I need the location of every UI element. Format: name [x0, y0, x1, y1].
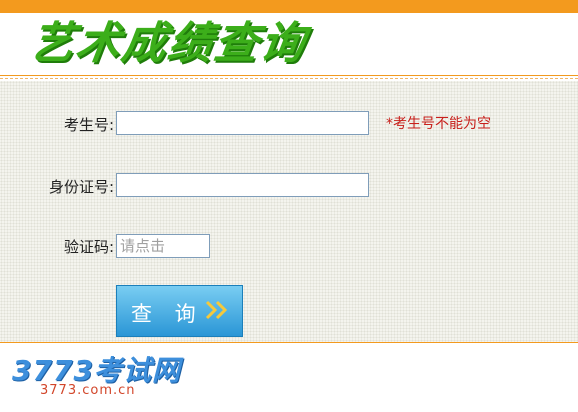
captcha-label: 验证码:	[63, 238, 114, 256]
top-bar	[0, 0, 578, 13]
id-number-label: 身份证号:	[48, 178, 114, 196]
divider	[0, 75, 578, 76]
site-url: 3773.com.cn	[40, 383, 136, 398]
page-header: 艺术成绩查询	[0, 13, 578, 75]
exam-number-label: 考生号:	[63, 116, 114, 134]
page-footer: 3773考试网 3773.com.cn	[0, 343, 578, 412]
divider	[0, 78, 578, 80]
id-number-input[interactable]	[116, 173, 369, 197]
exam-number-error: *考生号不能为空	[386, 116, 491, 132]
query-button[interactable]: 查 询	[116, 285, 243, 337]
captcha-input[interactable]	[116, 234, 210, 258]
double-chevron-right-icon	[205, 297, 235, 329]
query-button-label: 查 询	[131, 302, 204, 326]
exam-number-input[interactable]	[116, 111, 369, 135]
query-form: 考生号: *考生号不能为空 身份证号: 验证码: 查 询	[0, 81, 578, 343]
page-title: 艺术成绩查询	[26, 18, 310, 69]
